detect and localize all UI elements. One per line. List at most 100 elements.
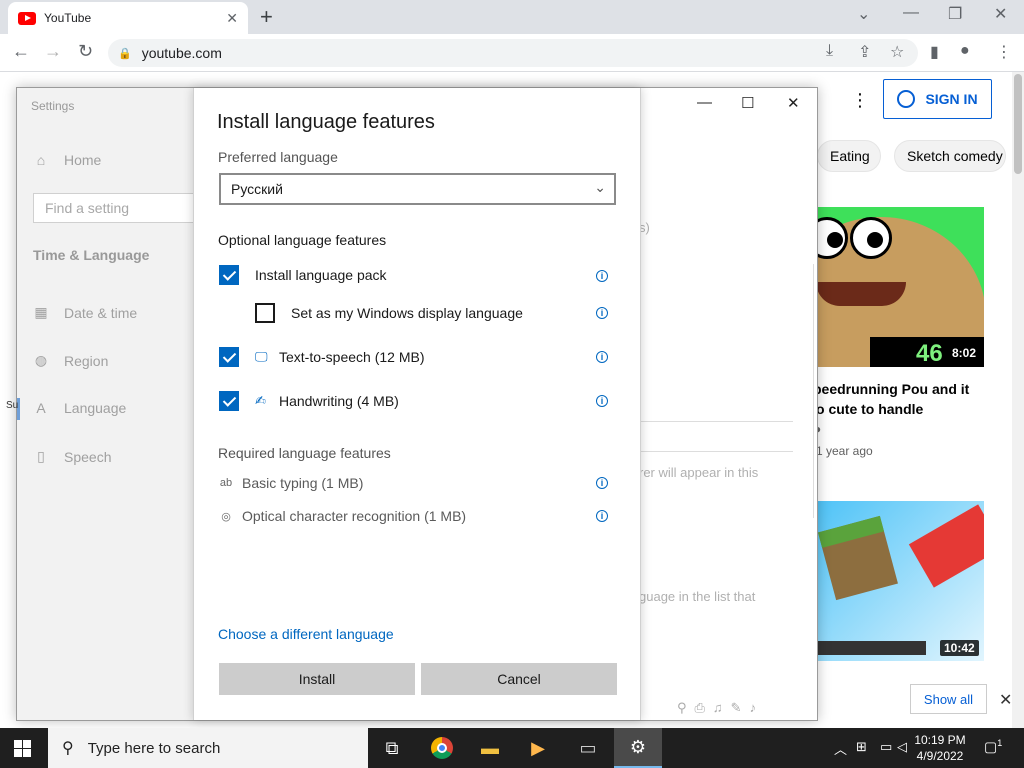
option-text-to-speech[interactable]: 🖵 Text-to-speech (12 MB): [219, 347, 425, 367]
chip-eating[interactable]: Eating: [817, 140, 881, 172]
install-button[interactable]: Install: [219, 663, 415, 695]
sign-in-button[interactable]: SIGN IN: [883, 79, 992, 119]
minimize-icon[interactable]: —: [903, 4, 919, 22]
tab-title: YouTube: [44, 11, 92, 25]
back-icon[interactable]: ←: [12, 41, 30, 62]
new-tab-icon[interactable]: +: [260, 4, 273, 30]
clock-time: 10:19 PM: [914, 733, 966, 747]
command-prompt-icon[interactable]: ▭: [564, 728, 612, 768]
close-window-icon[interactable]: ✕: [994, 4, 1007, 24]
background-scrollbar: [813, 264, 814, 518]
background-text: guage in the list that: [639, 589, 756, 604]
sidebar-item-speech[interactable]: ▯ Speech: [33, 448, 111, 465]
dialog-title: Install language features: [217, 111, 435, 133]
sidebar-item-date-time[interactable]: ▦ Date & time: [33, 304, 137, 321]
video-thumbnail-pou[interactable]: 46 8:02: [816, 207, 984, 367]
taskbar-clock[interactable]: 10:19 PM 4/9/2022: [912, 732, 968, 764]
youtube-settings-menu-icon[interactable]: ⋮: [851, 90, 869, 111]
option-label: Set as my Windows display language: [291, 305, 523, 321]
page-scrollbar[interactable]: [1012, 72, 1024, 728]
ocr-icon: ◎: [221, 510, 231, 523]
preferred-language-select[interactable]: Русский ⌄: [219, 173, 616, 205]
close-downloads-icon[interactable]: ✕: [999, 690, 1012, 710]
settings-home[interactable]: ⌂ Home: [33, 152, 102, 168]
optional-heading: Optional language features: [218, 232, 387, 248]
install-app-icon[interactable]: ⤓: [826, 42, 833, 60]
text-to-speech-icon: 🖵: [255, 349, 268, 364]
settings-minimize-icon[interactable]: —: [697, 94, 712, 111]
network-icon[interactable]: ⊞: [856, 739, 867, 755]
windows-start-icon[interactable]: [14, 740, 31, 757]
info-icon[interactable]: i: [596, 307, 608, 319]
side-panel-icon[interactable]: ▮: [930, 42, 939, 62]
share-icon[interactable]: ⇪: [858, 42, 871, 62]
tray-expand-icon[interactable]: ︿: [834, 739, 847, 758]
forward-icon[interactable]: →: [44, 41, 62, 62]
language-icon: A: [36, 400, 46, 416]
browser-toolbar: ← → ↻ 🔒 youtube.com ⤓ ⇪ ☆ ▮ ● ⋮: [0, 34, 1024, 72]
info-icon[interactable]: i: [596, 270, 608, 282]
address-bar[interactable]: 🔒 youtube.com: [108, 39, 918, 67]
file-explorer-icon[interactable]: ▬: [466, 728, 514, 768]
option-handwriting[interactable]: ✍ Handwriting (4 MB): [219, 391, 399, 411]
taskbar-search-placeholder: Type here to search: [87, 739, 221, 757]
chip-sketch-comedy[interactable]: Sketch comedy: [894, 140, 1006, 172]
sidebar-item-label: Region: [64, 352, 109, 369]
info-icon[interactable]: i: [596, 395, 608, 407]
profile-avatar-icon[interactable]: ●: [960, 42, 970, 60]
clock-date: 4/9/2022: [916, 749, 964, 763]
checkbox-checked[interactable]: [219, 265, 239, 285]
sidebar-item-language[interactable]: A Language: [33, 400, 126, 416]
volume-icon[interactable]: ▭: [880, 739, 892, 755]
checkbox-unchecked[interactable]: [255, 303, 275, 323]
browser-tabstrip: YouTube ✕ + ⌄ — ❐ ✕: [0, 0, 1024, 34]
red-item: [908, 504, 984, 588]
sign-in-label: SIGN IN: [925, 91, 978, 107]
settings-app-icon[interactable]: ⚙: [614, 728, 662, 768]
tab-search-icon[interactable]: ⌄: [857, 4, 870, 24]
home-label: Home: [64, 152, 102, 168]
restore-icon[interactable]: ❐: [948, 4, 962, 24]
url-text: youtube.com: [141, 45, 222, 61]
show-all-button[interactable]: Show all: [910, 684, 987, 714]
required-label: Optical character recognition (1 MB): [242, 508, 467, 524]
option-language-pack[interactable]: Install language pack: [219, 265, 387, 285]
bookmark-star-icon[interactable]: ☆: [890, 42, 904, 62]
sidebar-item-region[interactable]: ◍ Region: [33, 352, 108, 369]
required-label: Basic typing (1 MB): [242, 475, 364, 491]
calendar-icon: ▦: [34, 304, 48, 320]
install-language-dialog: Install language features Preferred lang…: [193, 88, 641, 720]
choose-different-language-link[interactable]: Choose a different language: [218, 626, 394, 642]
keyboard-typing-icon: ab: [219, 477, 233, 489]
speaker-icon[interactable]: ◁: [897, 739, 907, 755]
find-setting-input[interactable]: Find a setting: [33, 193, 194, 223]
chrome-app-icon[interactable]: [418, 728, 466, 768]
checkbox-checked[interactable]: [219, 347, 239, 367]
video-thumbnail-minecraft[interactable]: 10:42: [816, 501, 984, 661]
info-icon[interactable]: i: [596, 477, 608, 489]
task-view-icon[interactable]: ⧉: [368, 728, 416, 768]
chrome-menu-icon[interactable]: ⋮: [996, 42, 1012, 62]
youtube-logo-icon: [18, 11, 36, 25]
checkbox-checked[interactable]: [219, 391, 239, 411]
info-icon[interactable]: i: [596, 510, 608, 522]
media-player-icon[interactable]: ▶: [514, 728, 562, 768]
preferred-language-label: Preferred language: [218, 149, 338, 165]
notification-center-icon[interactable]: ▢1: [984, 738, 1002, 756]
scrollbar-thumb[interactable]: [1014, 74, 1022, 174]
option-display-language[interactable]: Set as my Windows display language: [255, 303, 523, 323]
home-icon: ⌂: [36, 152, 46, 168]
browser-tab-youtube[interactable]: YouTube ✕: [8, 2, 248, 34]
taskbar-search-input[interactable]: ⚲ Type here to search: [48, 728, 368, 768]
settings-maximize-icon[interactable]: ☐: [741, 94, 754, 112]
option-label: Text-to-speech (12 MB): [279, 349, 425, 365]
settings-close-icon[interactable]: ✕: [787, 94, 800, 112]
background-divider: [641, 421, 793, 422]
video-title[interactable]: peedrunning Pou and it o cute to handle: [813, 379, 1003, 419]
reload-icon[interactable]: ↻: [78, 41, 93, 62]
cancel-button[interactable]: Cancel: [421, 663, 617, 695]
close-tab-icon[interactable]: ✕: [226, 10, 238, 27]
info-icon[interactable]: i: [596, 351, 608, 363]
handwriting-icon: ✍: [255, 393, 266, 408]
lock-icon[interactable]: 🔒: [118, 47, 132, 60]
